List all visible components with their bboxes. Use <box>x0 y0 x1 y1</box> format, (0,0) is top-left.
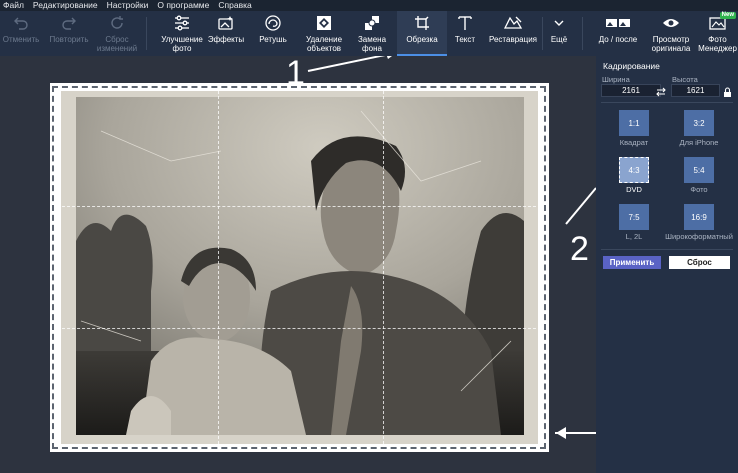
before-after-label: До / после <box>598 35 638 44</box>
effects-button[interactable]: Эффекты <box>206 11 246 56</box>
menu-settings[interactable]: Настройки <box>107 0 149 11</box>
ratio-value: 5:4 <box>684 157 714 183</box>
menu-about[interactable]: О программе <box>157 0 209 11</box>
ratio-value: 1:1 <box>619 110 649 136</box>
manager-label-1: Фото <box>708 35 727 44</box>
eye-icon <box>662 11 680 35</box>
toolbar-divider <box>542 17 543 50</box>
toolbar: Отменить Повторить Сброс изменений Улучш… <box>0 11 738 56</box>
enhance-label-2: фото <box>172 44 192 53</box>
ratio-value: 7:5 <box>619 204 649 230</box>
ratio-name: L, 2L <box>625 232 643 241</box>
new-badge: New <box>719 12 736 19</box>
ratio-option[interactable]: 3:2 Для iPhone <box>669 110 729 147</box>
ratio-name: Широкоформатный <box>665 232 733 241</box>
workspace: 1 2 3 <box>0 54 626 473</box>
undo-icon <box>13 11 29 35</box>
restoration-icon <box>503 11 523 35</box>
text-label: Текст <box>454 35 476 44</box>
manager-label-2: Менеджер <box>698 44 737 53</box>
ratio-name: Квадрат <box>619 138 649 147</box>
remove-label-1: Удаление <box>305 35 343 44</box>
effects-icon <box>217 11 235 35</box>
crop-icon <box>414 11 430 35</box>
menu-edit[interactable]: Редактирование <box>33 0 98 11</box>
ratio-name: Для iPhone <box>679 138 719 147</box>
undo-button[interactable]: Отменить <box>0 11 42 56</box>
chevron-down-icon <box>553 11 565 35</box>
toolbar-divider <box>582 17 583 50</box>
height-label: Высота <box>672 75 698 84</box>
ratio-option[interactable]: 1:1 Квадрат <box>604 110 664 147</box>
reset-changes-button[interactable]: Сброс изменений <box>94 11 140 56</box>
enhance-photo-button[interactable]: Улучшение фото <box>155 11 209 56</box>
replace-background-icon <box>364 11 380 35</box>
effects-label: Эффекты <box>207 35 245 44</box>
toolbar-divider <box>146 17 147 50</box>
preview-label-1: Просмотр <box>652 35 690 44</box>
height-input[interactable]: 1621 <box>671 84 720 97</box>
panel-divider <box>601 249 733 250</box>
redo-icon <box>61 11 77 35</box>
undo-label: Отменить <box>2 35 40 44</box>
ratio-value: 4:3 <box>619 157 649 183</box>
annotation-label-2: 2 <box>570 230 589 268</box>
ratio-name: DVD <box>626 185 642 194</box>
ratio-option[interactable]: 4:3 DVD <box>604 157 664 194</box>
preview-label-2: оригинала <box>651 44 691 53</box>
more-button[interactable]: Ещё <box>546 11 572 56</box>
remove-label-2: объектов <box>306 44 342 53</box>
sliders-icon <box>173 11 191 35</box>
replace-label-2: фона <box>362 44 382 53</box>
more-label: Ещё <box>550 35 568 44</box>
enhance-label-1: Улучшение <box>161 35 203 44</box>
menu-help[interactable]: Справка <box>218 0 251 11</box>
width-input[interactable]: 2161 <box>601 84 661 97</box>
restoration-button[interactable]: Реставрация <box>486 11 540 56</box>
redo-label: Повторить <box>49 35 89 44</box>
crop-button[interactable]: Обрезка <box>397 11 447 56</box>
ratio-value: 16:9 <box>684 204 714 230</box>
reset-label-2: изменений <box>96 44 138 53</box>
reset-label-1: Сброс <box>105 35 129 44</box>
menu-file[interactable]: Файл <box>3 0 24 11</box>
panel-divider <box>601 102 733 103</box>
remove-objects-icon <box>316 11 332 35</box>
redo-button[interactable]: Повторить <box>45 11 93 56</box>
crop-label: Обрезка <box>406 35 438 44</box>
ratio-option[interactable]: 5:4 Фото <box>669 157 729 194</box>
menu-bar: Файл Редактирование Настройки О программ… <box>0 0 738 11</box>
retouch-icon <box>264 11 282 35</box>
view-original-button[interactable]: Просмотр оригинала <box>648 11 694 56</box>
crop-panel: Кадрирование Ширина Высота 2161 1621 1:1… <box>596 56 738 473</box>
replace-label-1: Замена <box>357 35 387 44</box>
ratio-value: 3:2 <box>684 110 714 136</box>
remove-objects-button[interactable]: Удаление объектов <box>300 11 348 56</box>
retouch-label: Ретушь <box>259 35 287 44</box>
ratio-option[interactable]: 7:5 L, 2L <box>604 204 664 241</box>
annotation-arrows <box>307 56 596 439</box>
swap-icon[interactable] <box>656 85 666 103</box>
text-icon <box>457 11 473 35</box>
before-after-icon <box>605 11 631 35</box>
replace-background-button[interactable]: Замена фона <box>352 11 392 56</box>
ratio-name: Фото <box>690 185 708 194</box>
retouch-button[interactable]: Ретушь <box>254 11 292 56</box>
annotation-label-1: 1 <box>286 54 305 92</box>
text-button[interactable]: Текст <box>448 11 482 56</box>
photo-manager-button[interactable]: Фото Менеджер New <box>697 11 738 56</box>
photo-editor-window: Файл Редактирование Настройки О программ… <box>0 0 738 473</box>
restoration-label: Реставрация <box>489 35 537 44</box>
before-after-button[interactable]: До / после <box>592 11 644 56</box>
refresh-icon <box>109 11 125 35</box>
panel-title: Кадрирование <box>603 61 660 71</box>
reset-button[interactable]: Сброс <box>669 256 730 269</box>
width-label: Ширина <box>602 75 630 84</box>
lock-icon[interactable] <box>723 85 732 103</box>
ratio-option[interactable]: 16:9 Широкоформатный <box>665 204 733 241</box>
apply-button[interactable]: Применить <box>603 256 661 269</box>
